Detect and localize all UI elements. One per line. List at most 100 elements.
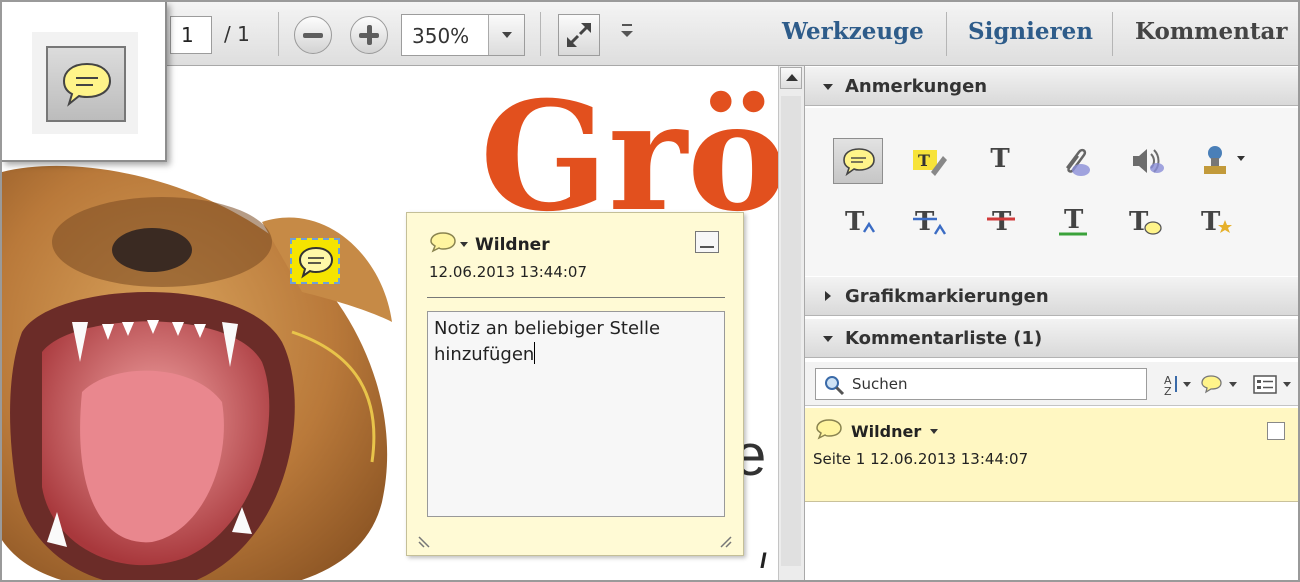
more-tools-icon bbox=[622, 24, 632, 26]
add-text-tool[interactable]: T bbox=[975, 138, 1025, 184]
full-screen-icon bbox=[567, 23, 591, 47]
zoom-dropdown-button[interactable] bbox=[488, 15, 524, 55]
search-field[interactable] bbox=[815, 368, 1147, 400]
add-text-icon: T bbox=[990, 144, 1010, 174]
resize-grip-icon[interactable] bbox=[719, 535, 733, 549]
record-audio-icon bbox=[1133, 149, 1164, 173]
toolbar-divider bbox=[278, 12, 279, 56]
section-title: Anmerkungen bbox=[845, 76, 988, 97]
scroll-thumb[interactable] bbox=[781, 96, 801, 566]
author-options-chevron[interactable] bbox=[460, 242, 468, 247]
comment-checkbox[interactable] bbox=[1267, 422, 1285, 440]
comment-list-item[interactable]: Wildner Seite 1 12.06.2013 13:44:07 bbox=[805, 408, 1298, 502]
insert-text-icon: T bbox=[845, 207, 876, 237]
minimize-icon bbox=[700, 246, 714, 248]
arrow-up-icon bbox=[786, 74, 798, 81]
sort-icon: A Z bbox=[1164, 374, 1177, 398]
sticky-note-marker[interactable] bbox=[290, 238, 340, 284]
chevron-down-icon bbox=[621, 31, 633, 37]
main-toolbar: 1 / 1 350% Werkzeuge Signieren Kommentar bbox=[2, 2, 1298, 66]
replace-text-tool[interactable]: T bbox=[907, 198, 957, 244]
text-comment-icon: T bbox=[1129, 207, 1162, 237]
section-title: Grafikmarkierungen bbox=[845, 286, 1049, 307]
zoom-in-icon-vertical bbox=[367, 25, 372, 45]
insert-text-tool[interactable]: T bbox=[837, 198, 887, 244]
note-text-line: hinzufügen bbox=[434, 344, 535, 365]
resize-grip-icon[interactable] bbox=[417, 535, 431, 549]
comment-author: Wildner bbox=[851, 422, 922, 441]
note-text-field[interactable]: Notiz an beliebiger Stelle hinzufügen bbox=[427, 311, 725, 517]
record-audio-tool[interactable] bbox=[1121, 138, 1171, 184]
search-icon bbox=[825, 376, 845, 396]
sticky-note-tool-zoomed bbox=[46, 46, 126, 122]
text-correction-tool[interactable]: T bbox=[1193, 198, 1243, 244]
section-comment-list-header[interactable]: Kommentarliste (1) bbox=[805, 318, 1298, 358]
comment-search-bar: A Z bbox=[805, 362, 1298, 406]
zoom-out-button[interactable] bbox=[294, 16, 332, 54]
text-cursor bbox=[534, 342, 536, 364]
comment-options-chevron[interactable] bbox=[930, 429, 938, 434]
note-popup[interactable]: Wildner 12.06.2013 13:44:07 Notiz an bel… bbox=[406, 212, 744, 556]
annotation-tools: T T T T T T T T bbox=[805, 108, 1298, 276]
zoom-out-icon bbox=[303, 33, 323, 38]
expand-icon bbox=[825, 291, 831, 301]
search-input[interactable] bbox=[852, 373, 1132, 395]
attach-file-tool[interactable] bbox=[1049, 138, 1099, 184]
section-graphics-header[interactable]: Grafikmarkierungen bbox=[805, 276, 1298, 316]
comment-meta: Seite 1 12.06.2013 13:44:07 bbox=[813, 450, 1029, 468]
zoom-in-button[interactable] bbox=[350, 16, 388, 54]
zoom-value: 350% bbox=[412, 24, 470, 48]
strikethrough-icon: T bbox=[987, 207, 1015, 237]
sticky-note-icon bbox=[62, 62, 112, 107]
toolbar-divider bbox=[1112, 12, 1113, 56]
page-total: / 1 bbox=[224, 22, 250, 46]
highlight-text-icon: T bbox=[913, 150, 947, 176]
svg-text:T: T bbox=[918, 151, 930, 170]
strikethrough-tool[interactable]: T bbox=[977, 198, 1027, 244]
scroll-up-button[interactable] bbox=[780, 67, 802, 89]
document-heading: Grö bbox=[480, 69, 778, 245]
filter-comments-button[interactable] bbox=[1199, 372, 1237, 396]
tab-werkzeuge[interactable]: Werkzeuge bbox=[782, 18, 924, 45]
stamp-icon bbox=[1204, 146, 1245, 174]
toolbar-divider bbox=[946, 12, 947, 56]
sticky-note-tool[interactable] bbox=[833, 138, 883, 184]
popup-author: Wildner bbox=[475, 235, 550, 255]
speech-bubble-icon bbox=[430, 232, 456, 253]
tab-kommentar[interactable]: Kommentar bbox=[1135, 18, 1288, 45]
text-correction-icon: T bbox=[1201, 207, 1232, 237]
lion-photo bbox=[2, 165, 392, 580]
svg-text:T: T bbox=[845, 207, 865, 237]
underline-tool[interactable]: T bbox=[1049, 198, 1099, 244]
popup-divider bbox=[427, 297, 725, 298]
section-title: Kommentarliste (1) bbox=[845, 328, 1043, 349]
options-menu-button[interactable] bbox=[1251, 372, 1291, 396]
tab-signieren[interactable]: Signieren bbox=[968, 18, 1093, 45]
more-tools-button[interactable] bbox=[620, 22, 634, 42]
speech-bubble-icon bbox=[816, 419, 842, 440]
filter-icon bbox=[1201, 375, 1222, 394]
zoom-select[interactable]: 350% bbox=[401, 14, 525, 56]
chevron-down-icon bbox=[502, 32, 512, 38]
note-text-line: Notiz an beliebiger Stelle bbox=[434, 318, 661, 339]
svg-text:T: T bbox=[1129, 207, 1149, 237]
minimize-button[interactable] bbox=[695, 231, 719, 253]
toolbar-divider bbox=[540, 12, 541, 56]
page-number-input[interactable]: 1 bbox=[170, 16, 212, 54]
text-comment-tool[interactable]: T bbox=[1121, 198, 1171, 244]
stamp-tool[interactable] bbox=[1193, 138, 1245, 184]
document-footer-text: I bbox=[760, 548, 767, 573]
section-annotations-header[interactable]: Anmerkungen bbox=[805, 66, 1298, 106]
svg-text:T: T bbox=[915, 207, 935, 237]
full-screen-button[interactable] bbox=[558, 14, 600, 56]
replace-text-icon: T bbox=[913, 207, 947, 237]
sort-comments-button[interactable]: A Z bbox=[1161, 372, 1191, 398]
magnified-tool-callout bbox=[2, 2, 167, 162]
comment-panel: Anmerkungen T T T T T T T T Grafikmarkie… bbox=[804, 66, 1298, 580]
highlight-tool[interactable]: T bbox=[903, 138, 953, 184]
collapse-icon bbox=[823, 84, 833, 90]
acrobat-window: 1 / 1 350% Werkzeuge Signieren Kommentar… bbox=[0, 0, 1300, 582]
collapse-icon bbox=[823, 336, 833, 342]
vertical-scrollbar[interactable] bbox=[778, 66, 804, 580]
svg-text:T: T bbox=[1201, 207, 1221, 237]
